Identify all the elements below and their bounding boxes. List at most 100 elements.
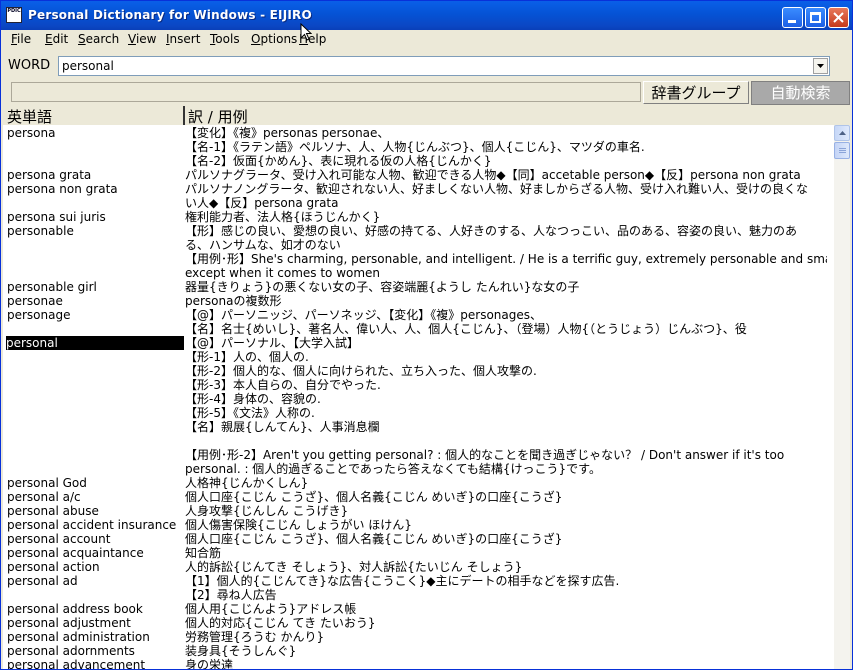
definition-line: 【2】尋ね人広告 [185, 588, 277, 602]
definition-line: except when it comes to women [185, 266, 381, 280]
chevron-down-icon [817, 64, 824, 68]
window-title: Personal Dictionary for Windows - EIJIRO [28, 8, 312, 22]
entry-word: personal administration [7, 630, 150, 644]
definition-line: 【@】パーソニッジ、パーソネッジ、【変化】《複》personages、 [185, 308, 543, 322]
entry-definition: パルソナグラータ、受け入れ可能な人物、歓迎できる人物◆【同】accetable … [185, 168, 827, 182]
menu-edit[interactable]: Edit [45, 32, 68, 46]
entry-word: personal advancement [7, 658, 146, 669]
entry-word: personal address book [7, 602, 143, 616]
entry-definition: 【形】感じの良い、愛想の良い、好感の持てる、人好きのする、人なつっこい、品のある… [185, 224, 827, 280]
definition-line: 装身具{そうしんぐ} [185, 644, 297, 658]
chevron-up-icon [839, 131, 846, 135]
entry-word: personal adornments [7, 644, 135, 658]
definition-line: 人身攻撃{じんしん こうげき} [185, 504, 349, 518]
entry-word: persona [7, 126, 56, 140]
app-icon: PDIC [6, 7, 22, 23]
entry-word: personal ad [7, 574, 78, 588]
entry-word: personal a/c [7, 490, 81, 504]
dictionary-list[interactable]: persona 【変化】《複》personas personae、 【名-1】《ラテ… [3, 125, 834, 669]
definition-line: 個人口座{こじん こうざ}、個人名義{こじん めいぎ}の口座{こうざ} [185, 532, 563, 546]
column-header-definition[interactable]: 訳 / 用例 [188, 106, 248, 127]
menu-search[interactable]: Search [78, 32, 119, 46]
definition-line: 【名-1】《ラテン語》ペルソナ、人、人物{じんぶつ}、個人{こじん}、マツダの車… [185, 140, 645, 154]
entry-definition: 【変化】《複》personas personae、 【名-1】《ラテン語》ペルソナ… [185, 126, 827, 168]
word-label: WORD [8, 58, 51, 73]
definition-line: 【形-5】《文法》人称の. [185, 406, 315, 420]
word-combobox[interactable] [58, 56, 830, 76]
scroll-up-button[interactable] [834, 125, 850, 141]
definition-line: 知合筋 [185, 546, 222, 560]
definition-line [185, 434, 827, 448]
dictionary-group-button[interactable]: 辞書グループ [643, 81, 749, 104]
title-bar[interactable]: PDIC Personal Dictionary for Windows - E… [1, 1, 852, 30]
entry-definition: 個人的対応{こじん てき たいおう} [185, 616, 827, 630]
definition-line: 【形-1】人の、個人の. [185, 350, 309, 364]
word-search-row: WORD [1, 54, 852, 78]
status-field [11, 82, 641, 102]
definition-line: 人的訴訟{じんてき そしょう}、対人訴訟{たいじん そしょう} [185, 560, 523, 574]
close-button[interactable] [828, 7, 849, 28]
definition-line: 【名-2】仮面{かめん}、表に現れる仮の人格{じんかく} [185, 154, 492, 168]
entry-definition: 人的訴訟{じんてき そしょう}、対人訴訟{たいじん そしょう} [185, 560, 827, 574]
entry-word: persona non grata [7, 182, 118, 196]
auto-search-button[interactable]: 自動検索 [751, 81, 850, 105]
definition-line: 【形-4】身体の、容貌の. [185, 392, 321, 406]
definition-line: 【変化】《複》personas personae、 [185, 126, 390, 140]
entry-definition: 【1】個人的{こじんてき}な広告{こうこく}◆主にデートの相手などを探す広告. 【… [185, 574, 827, 602]
entry-word: personable [7, 224, 74, 238]
entry-definition: 知合筋 [185, 546, 827, 560]
entry-definition: パルソナノングラータ、歓迎されない人、好ましくない人物、好ましからざる人物、受け… [185, 182, 827, 210]
word-input[interactable] [62, 59, 802, 73]
entry-word: personae [7, 294, 63, 308]
definition-line: 【形】感じの良い、愛想の良い、好感の持てる、人好きのする、人なつっこい、品のある… [185, 224, 798, 238]
vertical-scrollbar[interactable] [834, 125, 850, 669]
mouse-cursor-icon [300, 23, 312, 41]
word-dropdown-button[interactable] [813, 58, 828, 74]
entry-definition: 【@】パーソナル、【大学入試】 【形-1】人の、個人の. 【形-2】個人的な、個人に… [185, 336, 827, 476]
definition-line: 個人的対応{こじん てき たいおう} [185, 616, 376, 630]
column-header-word[interactable]: 英単語 [7, 106, 52, 127]
entry-word: personal abuse [7, 504, 99, 518]
menu-options[interactable]: Options [251, 32, 297, 46]
menu-view[interactable]: View [128, 32, 156, 46]
scroll-thumb[interactable] [834, 142, 850, 159]
entry-definition: 個人傷害保険{こじん しょうがい ほけん} [185, 518, 827, 532]
definition-line: 労務管理{ろうむ かんり} [185, 630, 325, 644]
entry-definition: 労務管理{ろうむ かんり} [185, 630, 827, 644]
definition-line: 権利能力者、法人格{ほうじんかく} [185, 210, 381, 224]
definition-line: 個人用{こじんよう}アドレス帳 [185, 602, 357, 616]
entry-definition: 個人用{こじんよう}アドレス帳 [185, 602, 827, 616]
entry-definition: 装身具{そうしんぐ} [185, 644, 827, 658]
menu-tools[interactable]: Tools [210, 32, 240, 46]
entry-definition: 器量{きりょう}の悪くない女の子、容姿端麗{ようし たんれい}な女の子 [185, 280, 827, 294]
definition-line: い人◆【反】persona grata [185, 196, 339, 210]
menu-insert[interactable]: Insert [166, 32, 200, 46]
maximize-icon [810, 12, 821, 23]
definition-line: 個人口座{こじん こうざ}、個人名義{こじん めいぎ}の口座{こうざ} [185, 490, 563, 504]
definition-line: 人格神{じんかくしん} [185, 476, 309, 490]
maximize-button[interactable] [805, 7, 826, 28]
entry-word: personage [7, 308, 71, 322]
minimize-icon [788, 20, 796, 23]
entry-definition: 【@】パーソニッジ、パーソネッジ、【変化】《複》personages、 【名】名士… [185, 308, 827, 336]
definition-line: 個人傷害保険{こじん しょうがい ほけん} [185, 518, 412, 532]
menu-file[interactable]: File [11, 32, 31, 46]
definition-line: 【名】親展{しんてん}、人事消息欄 [185, 420, 380, 434]
definition-line: パルソナノングラータ、歓迎されない人、好ましくない人物、好ましからざる人物、受け… [185, 182, 809, 196]
entry-word: personal adjustment [7, 616, 131, 630]
entry-word: personal accident insurance [7, 518, 177, 532]
column-divider[interactable] [183, 106, 185, 126]
entry-word: personal acquaintance [7, 546, 144, 560]
entry-word: personal God [7, 476, 87, 490]
app-window: PDIC Personal Dictionary for Windows - E… [0, 0, 853, 670]
column-headers: 英単語 訳 / 用例 [3, 106, 852, 127]
minimize-button[interactable] [782, 7, 803, 28]
entry-definition: 人格神{じんかくしん} [185, 476, 827, 490]
definition-line: 【形-3】本人自らの、自分でやった. [185, 378, 381, 392]
definition-line: 【形-2】個人的な、個人に向けられた、立ち入った、個人攻撃の. [185, 364, 537, 378]
entry-definition: 権利能力者、法人格{ほうじんかく} [185, 210, 827, 224]
toolbar-row: 辞書グループ 自動検索 [1, 81, 852, 105]
definition-line: 【1】個人的{こじんてき}な広告{こうこく}◆主にデートの相手などを探す広告. [185, 574, 620, 588]
definition-line: パルソナグラータ、受け入れ可能な人物、歓迎できる人物◆【同】accetable … [185, 168, 801, 182]
entry-word: personable girl [7, 280, 97, 294]
